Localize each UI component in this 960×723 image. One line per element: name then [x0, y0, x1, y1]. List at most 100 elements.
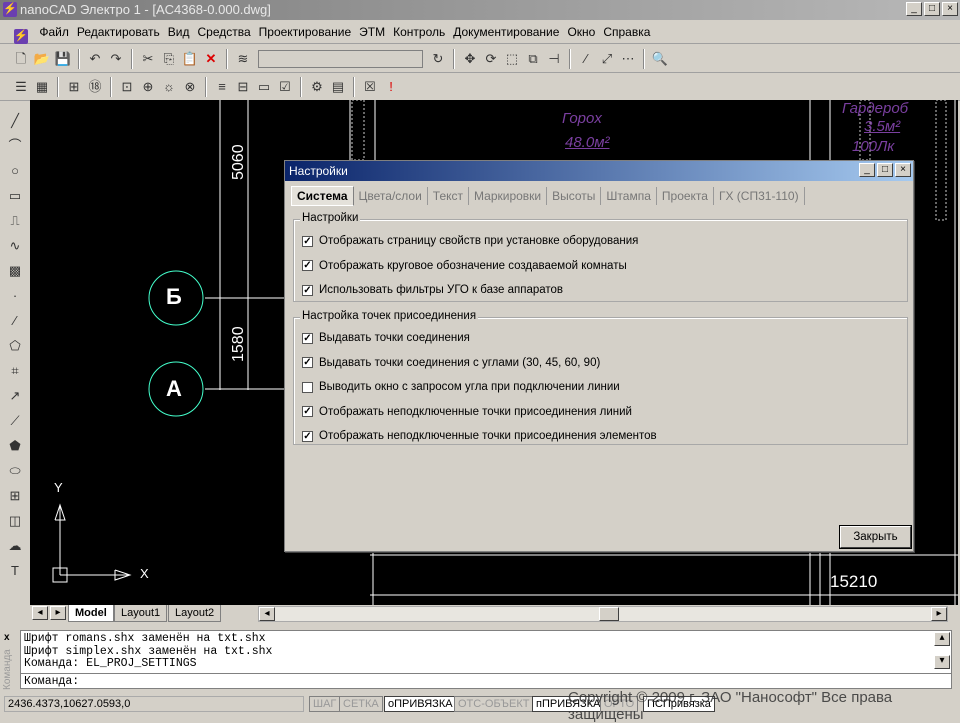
scale-icon[interactable]: ⬚ — [503, 50, 521, 68]
checkbox-row[interactable]: ✓ Использовать фильтры УГО к базе аппарат… — [294, 278, 907, 303]
horizontal-scrollbar[interactable]: ◂ ▸ — [258, 606, 948, 622]
grid-toggle[interactable]: СЕТКА — [339, 696, 383, 712]
wipeout-tool-icon[interactable]: ◫ — [6, 512, 24, 530]
dialog-close-button[interactable]: × — [895, 163, 911, 177]
dialog-maximize-button[interactable]: □ — [877, 163, 893, 177]
tab-gx[interactable]: ГХ (СП31-110) — [714, 187, 805, 205]
menu-documentation[interactable]: Документирование — [449, 20, 563, 44]
extend-icon[interactable]: ⤢ — [598, 50, 616, 68]
copy-icon[interactable]: ⎘ — [160, 50, 178, 68]
mirror-icon[interactable]: ⧉ — [524, 50, 542, 68]
tray-icon[interactable]: ⊟ — [234, 78, 252, 96]
menu-edit[interactable]: Редактировать — [73, 20, 164, 44]
break-icon[interactable]: ⋯ — [619, 50, 637, 68]
tab-prev-button[interactable]: ◂ — [32, 606, 48, 620]
checkbox[interactable]: ✓ — [302, 430, 313, 442]
layer-combo[interactable] — [258, 49, 423, 68]
dialog-minimize-button[interactable]: _ — [859, 163, 875, 177]
tab-project[interactable]: Проекта — [657, 187, 714, 205]
table-icon[interactable]: ▦ — [33, 78, 51, 96]
zoom-icon[interactable]: 🔍 — [651, 50, 669, 68]
delete-icon[interactable]: ✕ — [202, 50, 220, 68]
ellipse-tool-icon[interactable]: ⬭ — [6, 462, 24, 480]
warning-icon[interactable]: ! — [382, 78, 400, 96]
device-icon[interactable]: ⊡ — [118, 78, 136, 96]
checkbox-row[interactable]: ✓ Выдавать точки соединения с углами (30,… — [294, 351, 907, 376]
save-icon[interactable]: 💾 — [54, 50, 72, 68]
tab-layout1[interactable]: Layout1 — [114, 605, 168, 622]
line-icon[interactable]: ∕ — [577, 50, 595, 68]
insert-tool-icon[interactable]: ⊞ — [6, 487, 24, 505]
checkbox[interactable]: ✓ — [302, 235, 313, 247]
check-icon[interactable]: ☑ — [276, 78, 294, 96]
command-scroll-down[interactable]: ▾ — [934, 655, 950, 669]
tab-layout2[interactable]: Layout2 — [168, 605, 222, 622]
otrack-toggle[interactable]: ОТС-ОБЪЕКТ — [454, 696, 534, 712]
menu-help[interactable]: Справка — [599, 20, 654, 44]
tab-next-button[interactable]: ▸ — [50, 606, 66, 620]
scroll-right-button[interactable]: ▸ — [931, 607, 947, 621]
rectangle-tool-icon[interactable]: ▭ — [6, 187, 24, 205]
checkbox[interactable]: ✓ — [302, 260, 313, 272]
checkbox-row[interactable]: ✓ Выдавать точки соединения — [294, 326, 907, 351]
checkbox[interactable]: ✓ — [302, 357, 313, 369]
xline-tool-icon[interactable]: ⁄ — [6, 312, 24, 330]
trim-icon[interactable]: ⊣ — [545, 50, 563, 68]
menu-etm[interactable]: ЭТМ — [355, 20, 389, 44]
checkbox-row[interactable]: Выводить окно с запросом угла при подклю… — [294, 375, 907, 400]
command-input[interactable]: Команда: — [20, 673, 952, 689]
tab-text[interactable]: Текст — [428, 187, 470, 205]
menu-view[interactable]: Вид — [164, 20, 194, 44]
point-tool-icon[interactable]: · — [6, 287, 24, 305]
number-icon[interactable]: ⑱ — [86, 78, 104, 96]
checkbox[interactable]: ✓ — [302, 332, 313, 344]
ray-tool-icon[interactable]: ⟋ — [6, 412, 24, 430]
menu-design[interactable]: Проектирование — [255, 20, 356, 44]
menu-window[interactable]: Окно — [563, 20, 599, 44]
checkbox-row[interactable]: ✓ Отображать страницу свойств при установ… — [294, 229, 907, 254]
snap-toggle[interactable]: ШАГ — [309, 696, 341, 712]
layers-icon[interactable]: ≋ — [234, 50, 252, 68]
undo-icon[interactable]: ↶ — [86, 50, 104, 68]
close-dialog-button[interactable]: Закрыть — [839, 525, 912, 549]
menu-file[interactable]: Файл — [35, 20, 73, 44]
scroll-thumb[interactable] — [599, 607, 619, 621]
osnap-toggle[interactable]: оПРИВЯЗКА — [384, 696, 457, 712]
move-icon[interactable]: ✥ — [461, 50, 479, 68]
line-tool-icon[interactable]: ╱ — [6, 112, 24, 130]
tab-model[interactable]: Model — [68, 605, 114, 622]
checkbox[interactable]: ✓ — [302, 284, 313, 296]
menu-tools[interactable]: Средства — [193, 20, 254, 44]
close-button[interactable]: × — [942, 2, 958, 16]
hatch-tool-icon[interactable]: ▩ — [6, 262, 24, 280]
tab-heights[interactable]: Высоты — [547, 187, 602, 205]
lamp-icon[interactable]: ☼ — [160, 78, 178, 96]
room-icon[interactable]: ▭ — [255, 78, 273, 96]
scroll-left-button[interactable]: ◂ — [259, 607, 275, 621]
close-doc-icon[interactable]: ☒ — [361, 78, 379, 96]
command-scroll-up[interactable]: ▴ — [934, 632, 950, 646]
redo-icon[interactable]: ↷ — [107, 50, 125, 68]
paste-icon[interactable]: 📋 — [181, 50, 199, 68]
settings-icon[interactable]: ⚙ — [308, 78, 326, 96]
command-close-icon[interactable]: x — [4, 632, 10, 643]
socket-icon[interactable]: ⊕ — [139, 78, 157, 96]
block-tool-icon[interactable]: ⌗ — [6, 362, 24, 380]
dim-tool-icon[interactable]: ↗ — [6, 387, 24, 405]
refresh-icon[interactable]: ↻ — [429, 50, 447, 68]
new-icon[interactable]: 🗋 — [12, 50, 30, 68]
minimize-button[interactable]: _ — [906, 2, 922, 16]
panel-icon[interactable]: ⊞ — [65, 78, 83, 96]
spec-icon[interactable]: ▤ — [329, 78, 347, 96]
switch-icon[interactable]: ⊗ — [181, 78, 199, 96]
cut-icon[interactable]: ✂ — [139, 50, 157, 68]
checkbox[interactable]: ✓ — [302, 406, 313, 418]
rotate-icon[interactable]: ⟳ — [482, 50, 500, 68]
maximize-button[interactable]: □ — [924, 2, 940, 16]
arc-tool-icon[interactable]: ⌒ — [6, 137, 24, 155]
cloud-tool-icon[interactable]: ☁ — [6, 537, 24, 555]
tab-stamp[interactable]: Штампа — [601, 187, 657, 205]
region-tool-icon[interactable]: ⬠ — [6, 337, 24, 355]
checkbox-row[interactable]: ✓ Отображать неподключенные точки присоед… — [294, 400, 907, 425]
tab-markings[interactable]: Маркировки — [469, 187, 548, 205]
